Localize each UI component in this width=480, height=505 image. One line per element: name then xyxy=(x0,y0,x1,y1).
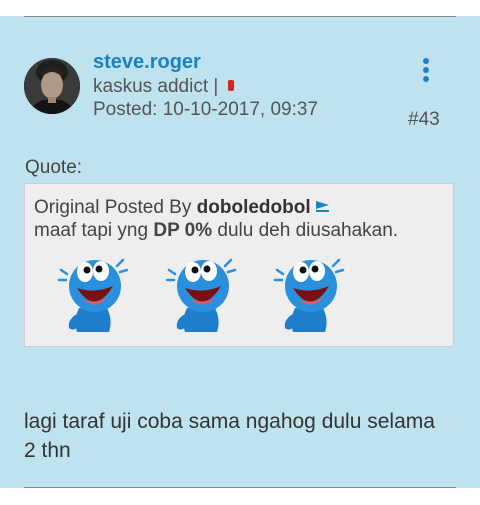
quote-attribution: Original Posted By doboledobol xyxy=(34,196,330,219)
bottom-divider xyxy=(24,487,456,488)
quote-text: maaf tapi yng DP 0% dulu deh diusahakan. xyxy=(34,220,398,242)
view-post-arrow-icon[interactable] xyxy=(315,196,330,218)
user-rank: kaskus addict | xyxy=(93,76,235,98)
laughing-emoticon-icon xyxy=(161,250,243,334)
post-number[interactable]: #43 xyxy=(408,109,440,131)
avatar-image xyxy=(24,58,80,114)
quote-text-after: dulu deh diusahakan. xyxy=(212,220,399,241)
top-divider xyxy=(24,16,456,17)
laughing-emoticon-icon xyxy=(53,250,135,334)
post-body: lagi taraf uji coba sama ngahog dulu sel… xyxy=(24,410,435,462)
more-vertical-icon[interactable] xyxy=(415,58,437,86)
avatar[interactable] xyxy=(24,58,80,114)
quote-text-before: maaf tapi yng xyxy=(34,220,154,241)
quote-block: Original Posted By doboledobol maaf tapi… xyxy=(24,183,454,347)
quote-label: Quote: xyxy=(25,157,83,178)
post-timestamp: Posted: 10-10-2017, 09:37 xyxy=(93,99,319,120)
user-rank-label: kaskus addict | xyxy=(93,76,219,97)
username-link[interactable]: steve.roger xyxy=(93,51,201,74)
quote-prefix: Original Posted By xyxy=(34,197,197,218)
quote-text-bold: DP 0% xyxy=(153,220,213,241)
laughing-emoticon-icon xyxy=(269,250,351,334)
status-indicator-icon xyxy=(228,80,235,91)
quote-author-link[interactable]: doboledobol xyxy=(197,197,311,218)
